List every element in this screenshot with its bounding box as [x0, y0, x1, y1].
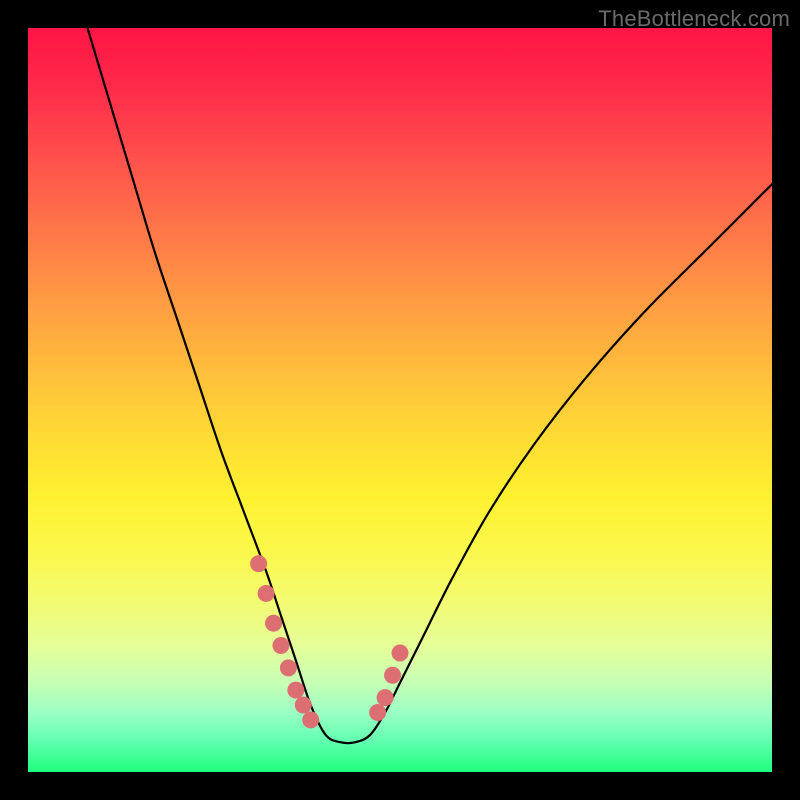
curve-bead: [265, 615, 282, 632]
plot-area: [28, 28, 772, 772]
curve-bead: [272, 637, 289, 654]
curve-bead: [384, 667, 401, 684]
chart-frame: TheBottleneck.com: [0, 0, 800, 800]
curve-bead: [392, 644, 409, 661]
beads-right: [369, 644, 408, 721]
watermark-text: TheBottleneck.com: [598, 6, 790, 32]
curve-bead: [287, 682, 304, 699]
curve-bead: [295, 697, 312, 714]
curve-svg: [28, 28, 772, 772]
curve-bead: [369, 704, 386, 721]
bottleneck-curve: [88, 28, 772, 743]
beads-left: [250, 555, 319, 728]
curve-bead: [258, 585, 275, 602]
curve-bead: [280, 659, 297, 676]
curve-bead: [250, 555, 267, 572]
curve-bead: [302, 711, 319, 728]
curve-bead: [377, 689, 394, 706]
